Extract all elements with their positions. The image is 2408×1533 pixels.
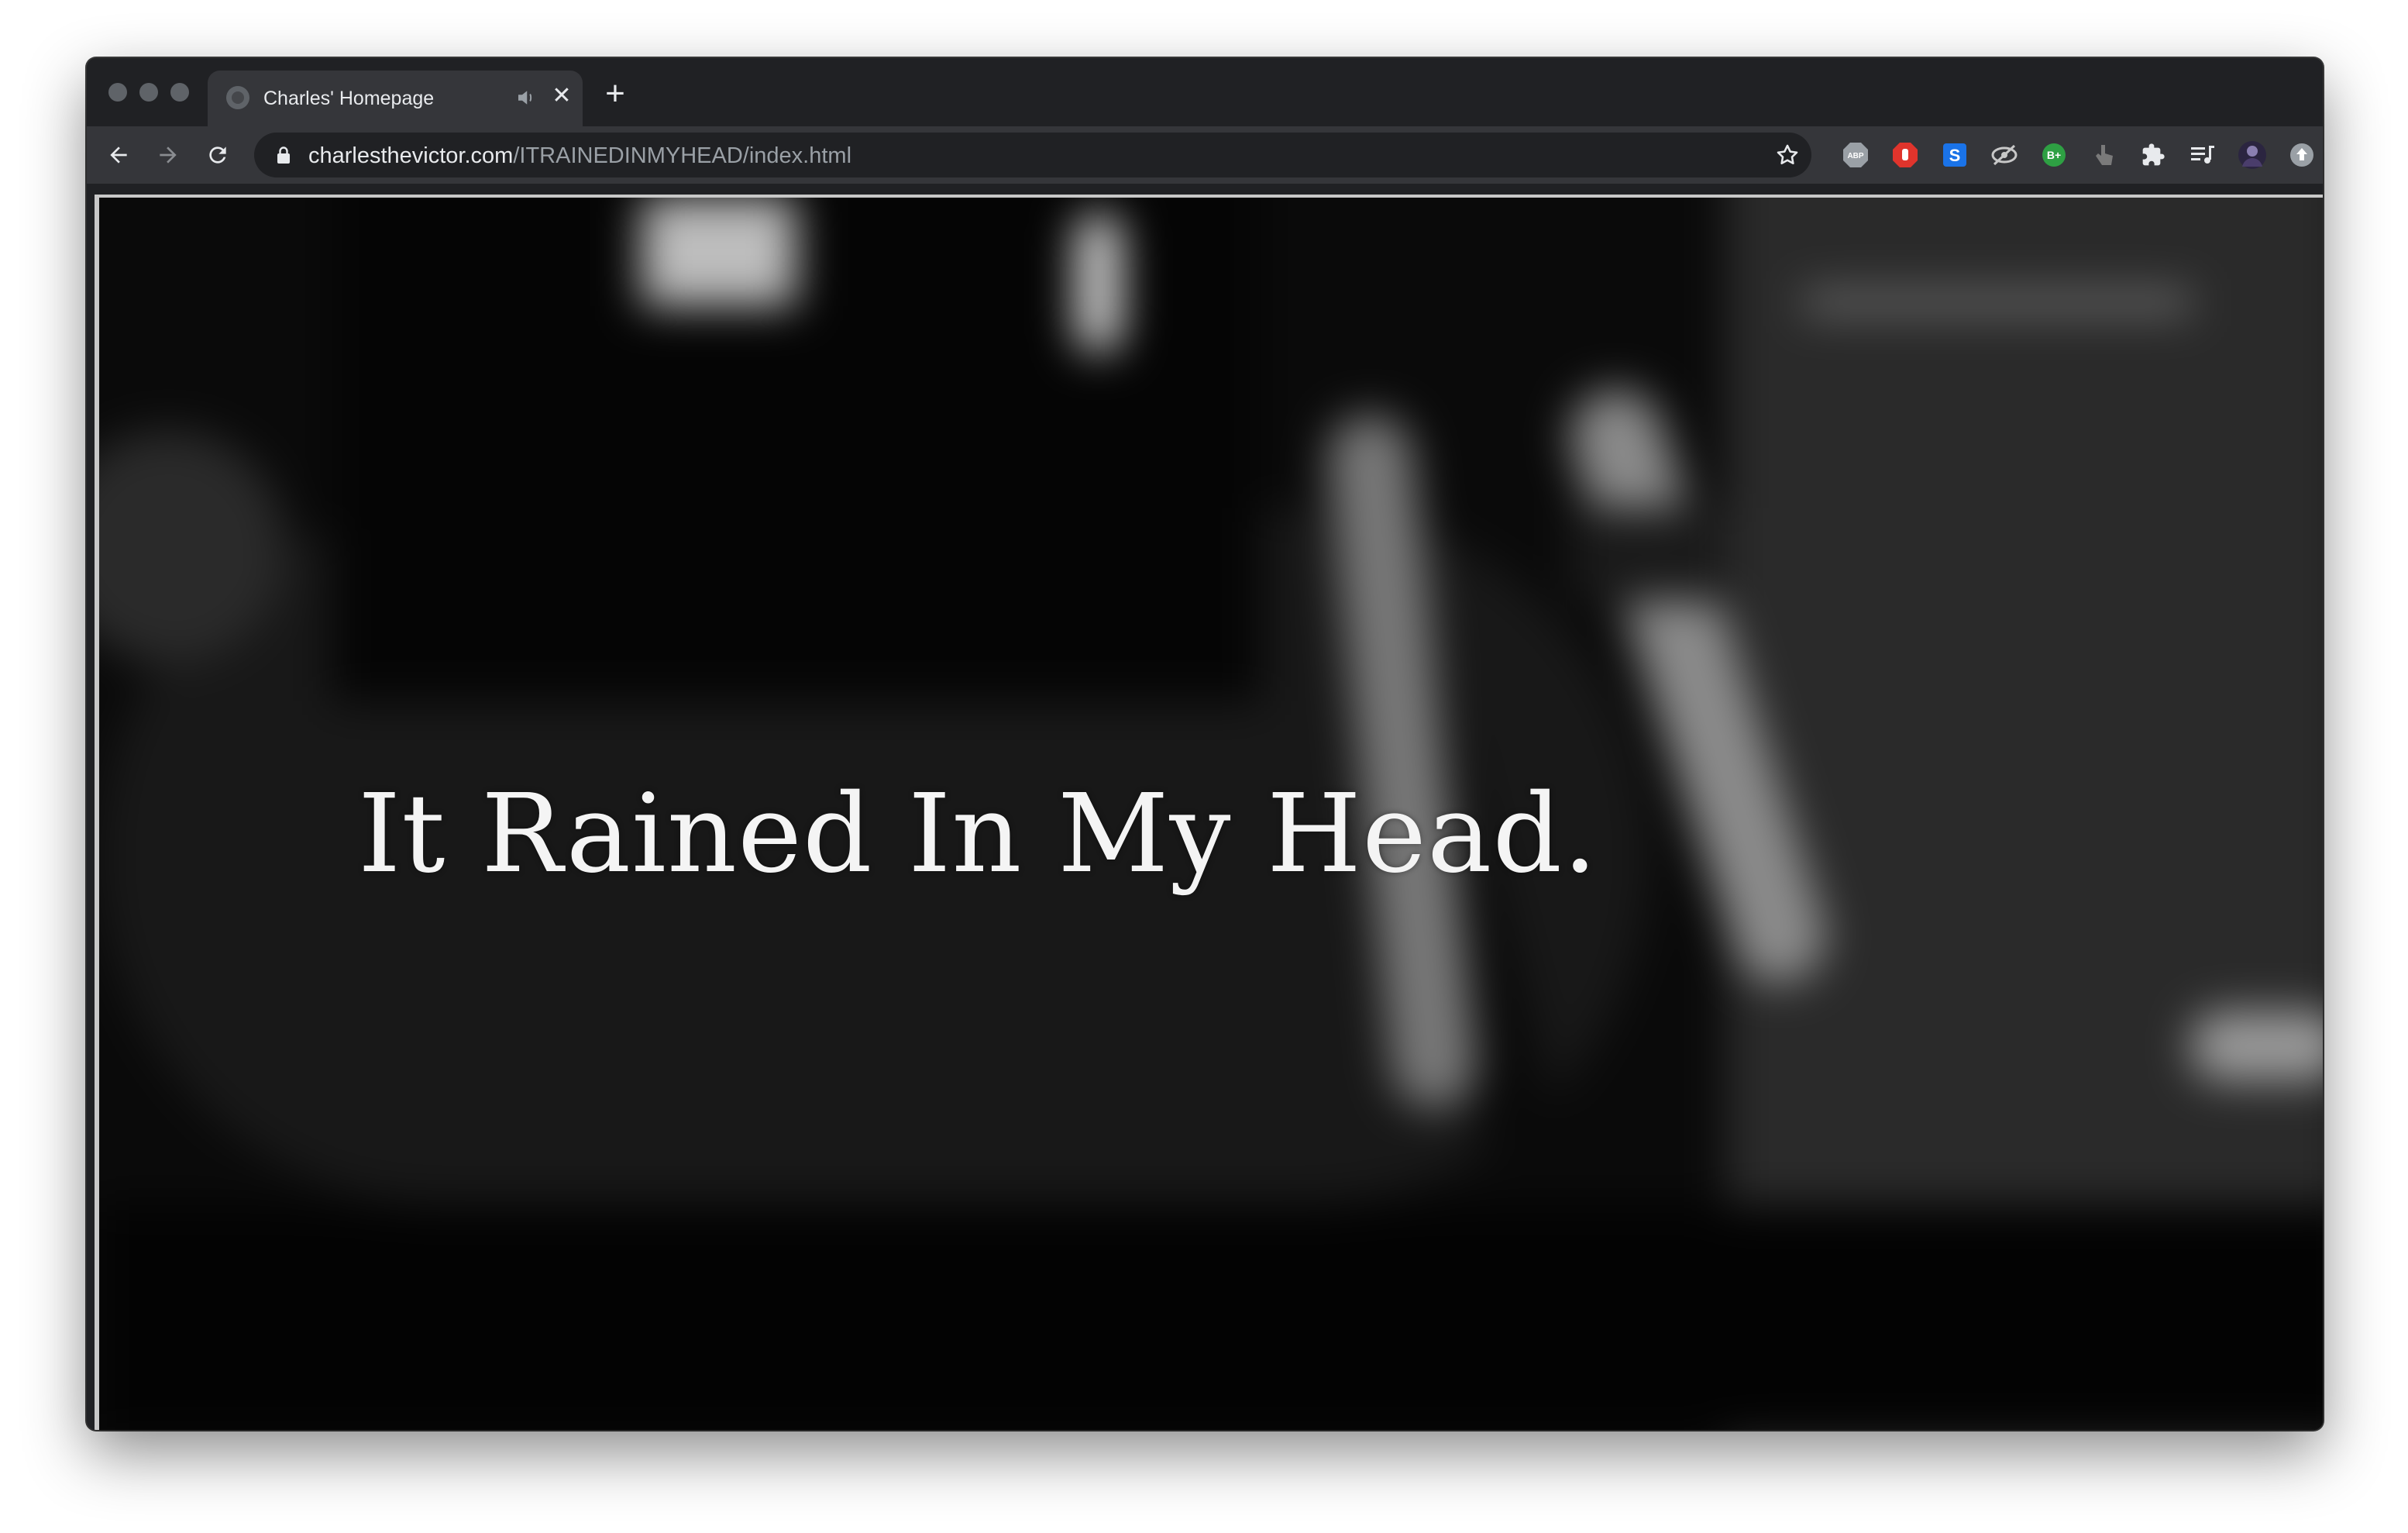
media-queue-icon[interactable]	[2188, 140, 2217, 170]
svg-text:B+: B+	[2047, 149, 2061, 161]
b-plus-extension-icon[interactable]: B+	[2039, 140, 2069, 170]
toolbar: charlesthevictor.com/ITRAINEDINMYHEAD/in…	[87, 126, 2323, 184]
stop-hand-extension-icon[interactable]	[1890, 140, 1920, 170]
window-controls	[108, 83, 189, 102]
close-icon[interactable]: ✕	[549, 83, 575, 109]
page-headline: It Rained In My Head.	[358, 771, 1598, 897]
svg-text:ABP: ABP	[1847, 152, 1863, 160]
hand-pointer-extension-icon[interactable]	[2089, 140, 2118, 170]
eye-slash-extension-icon[interactable]	[1990, 140, 2019, 170]
plus-icon[interactable]: +	[598, 77, 632, 112]
page-content: It Rained In My Head.	[95, 195, 2323, 1430]
lock-icon[interactable]	[276, 146, 291, 164]
browser-window: Charles' Homepage ✕ + charlesthevictor.c…	[87, 58, 2323, 1430]
svg-text:S: S	[1949, 146, 1961, 165]
tab-strip: Charles' Homepage ✕ +	[87, 58, 2323, 126]
speaker-icon[interactable]	[514, 86, 538, 109]
tab-charles-homepage[interactable]: Charles' Homepage ✕	[208, 71, 583, 126]
profile-avatar[interactable]	[2238, 140, 2267, 170]
zoom-window-button[interactable]	[170, 83, 189, 102]
update-icon[interactable]	[2287, 140, 2317, 170]
reload-icon[interactable]	[200, 137, 236, 173]
url-path: /ITRAINEDINMYHEAD/index.html	[513, 143, 852, 168]
tab-title: Charles' Homepage	[263, 88, 435, 109]
arrow-left-icon[interactable]	[101, 137, 136, 173]
abp-extension-icon[interactable]: ABP	[1841, 140, 1870, 170]
globe-icon	[226, 86, 249, 109]
star-icon[interactable]	[1774, 142, 1801, 168]
address-bar[interactable]: charlesthevictor.com/ITRAINEDINMYHEAD/in…	[254, 133, 1811, 177]
puzzle-icon[interactable]	[2138, 140, 2168, 170]
close-window-button[interactable]	[108, 83, 127, 102]
arrow-right-icon[interactable]	[150, 137, 186, 173]
minimize-window-button[interactable]	[139, 83, 158, 102]
url-text: charlesthevictor.com/ITRAINEDINMYHEAD/in…	[308, 143, 851, 169]
url-host: charlesthevictor.com	[308, 143, 514, 168]
s-extension-icon[interactable]: S	[1940, 140, 1969, 170]
